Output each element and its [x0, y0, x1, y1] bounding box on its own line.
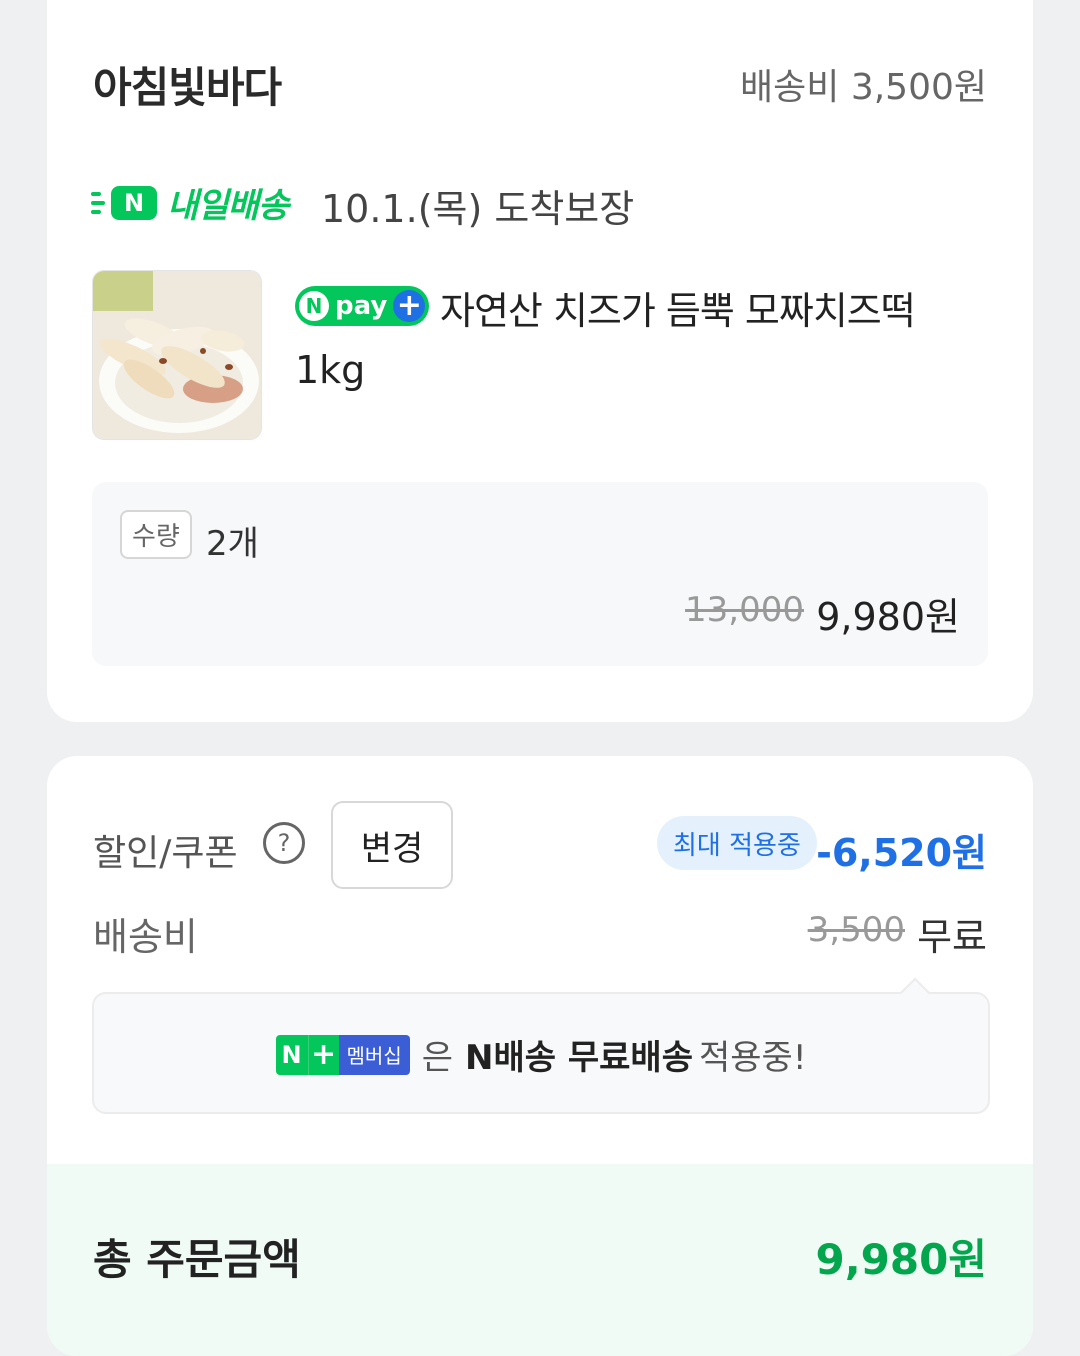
discount-amount: -6,520원	[816, 831, 987, 875]
original-price: 13,000	[685, 590, 804, 630]
npay-text: pay	[335, 291, 388, 321]
change-coupon-button[interactable]: 변경	[331, 801, 453, 889]
quantity-price-box: 수량 2개 13,000 9,980원	[92, 482, 988, 666]
arrival-guarantee: 10.1.(목) 도착보장	[321, 187, 635, 231]
total-amount: 9,980원	[815, 1235, 988, 1284]
membership-applied: 적용중!	[698, 1038, 807, 1078]
product-image	[93, 271, 261, 439]
shipping-label: 배송비	[93, 915, 198, 959]
tomorrow-delivery-badge: N 내일배송	[91, 178, 289, 227]
product-thumbnail[interactable]	[92, 270, 262, 440]
npay-plus-badge: N pay +	[295, 286, 430, 326]
discount-coupon-label: 할인/쿠폰	[93, 833, 238, 874]
membership-tag-label: 멤버십	[338, 1034, 410, 1075]
naver-n-icon: N	[275, 1034, 308, 1075]
total-bar: 총 주문금액 9,980원	[47, 1164, 1033, 1356]
product-name-line2[interactable]: 1kg	[295, 348, 365, 392]
total-label: 총 주문금액	[93, 1235, 301, 1284]
seller-card: 아침빛바다 배송비 3,500원 N 내일배송 10.1.(목) 도착보장 N	[47, 0, 1033, 722]
help-icon[interactable]: ?	[263, 822, 305, 864]
max-applied-badge: 최대 적용중	[657, 816, 817, 870]
plus-icon: +	[307, 1034, 339, 1075]
membership-benefit: N배송 무료배송	[465, 1038, 693, 1078]
payment-summary-card: 할인/쿠폰 ? 변경 최대 적용중 -6,520원 배송비 3,500 무료 N…	[47, 756, 1033, 1356]
shipping-final-fee: 무료	[917, 915, 987, 959]
membership-notice: N + 멤버십 은 N배송 무료배송 적용중!	[92, 977, 990, 1114]
sale-price: 9,980원	[816, 595, 960, 639]
speed-lines-icon	[91, 191, 105, 214]
nplus-membership-tag: N + 멤버십	[275, 1034, 410, 1075]
delivery-badge-label: 내일배송	[167, 186, 289, 226]
quantity-value: 2개	[206, 524, 259, 564]
npay-n-icon: N	[299, 291, 329, 321]
delivery-truck-icon: N	[111, 185, 157, 220]
shipping-original-fee: 3,500	[807, 910, 905, 950]
tooltip-arrow	[899, 977, 931, 1009]
membership-notice-text: N + 멤버십 은 N배송 무료배송 적용중!	[94, 1030, 988, 1079]
quantity-label: 수량	[120, 510, 192, 559]
product-name[interactable]: 자연산 치즈가 듬뿍 모짜치즈떡	[440, 280, 916, 335]
seller-shipping-fee: 배송비 3,500원	[740, 67, 987, 108]
seller-name[interactable]: 아침빛바다	[93, 54, 282, 115]
plus-icon: +	[393, 290, 426, 322]
membership-particle: 은	[421, 1038, 453, 1078]
